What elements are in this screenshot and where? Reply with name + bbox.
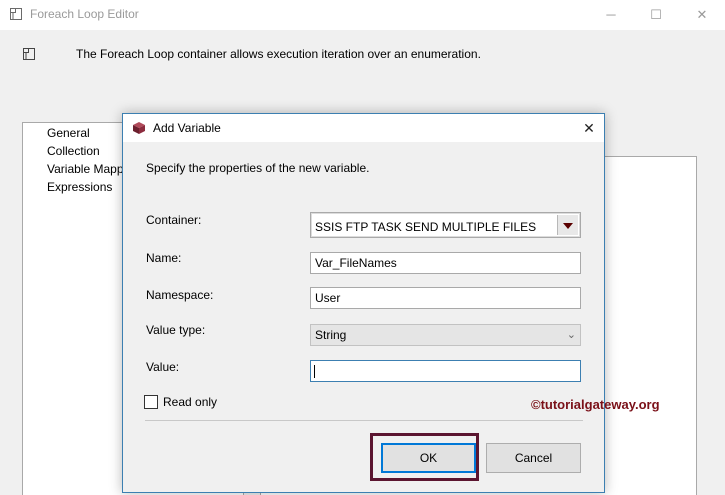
ok-button[interactable]: OK: [381, 443, 476, 473]
editor-description: The Foreach Loop container allows execut…: [76, 47, 481, 61]
value-type-dropdown[interactable]: String ⌄: [310, 324, 581, 346]
add-variable-dialog: Add Variable ✕ Specify the properties of…: [122, 113, 660, 493]
editor-window-icon: [10, 8, 22, 20]
editor-window-title: Foreach Loop Editor: [30, 7, 139, 21]
info-container-icon: [22, 47, 36, 61]
namespace-label: Namespace:: [146, 288, 214, 302]
dropdown-arrow-icon[interactable]: [557, 215, 578, 235]
nav-item-general[interactable]: General: [47, 126, 90, 140]
minimize-button[interactable]: ─: [600, 4, 622, 26]
watermark: ©tutorialgateway.org: [531, 397, 660, 412]
read-only-checkbox[interactable]: [144, 395, 158, 409]
close-editor-button[interactable]: ✕: [691, 4, 713, 26]
dialog-separator: [145, 420, 583, 421]
dialog-instructions: Specify the properties of the new variab…: [146, 161, 370, 175]
container-dropdown[interactable]: SSIS FTP TASK SEND MULTIPLE FILES: [310, 212, 581, 238]
chevron-down-icon: ⌄: [566, 329, 576, 341]
nav-item-expressions[interactable]: Expressions: [47, 180, 112, 194]
name-label: Name:: [146, 251, 182, 265]
container-value: SSIS FTP TASK SEND MULTIPLE FILES: [315, 220, 537, 234]
name-input[interactable]: Var_FileNames: [310, 252, 581, 274]
nav-item-collection[interactable]: Collection: [47, 144, 100, 158]
read-only-label[interactable]: Read only: [163, 395, 217, 409]
value-type-label: Value type:: [146, 323, 206, 337]
cancel-button[interactable]: Cancel: [486, 443, 581, 473]
add-variable-icon: [132, 121, 146, 135]
value-type-value: String: [315, 328, 347, 342]
namespace-input[interactable]: User: [310, 287, 581, 309]
value-input[interactable]: [310, 360, 581, 382]
value-label: Value:: [146, 360, 180, 374]
text-caret: [314, 365, 315, 378]
dialog-title: Add Variable: [153, 121, 221, 135]
close-icon[interactable]: ✕: [578, 117, 600, 139]
nav-item-variable-mappings[interactable]: Variable Mapp: [47, 162, 124, 176]
maximize-button[interactable]: ☐: [645, 4, 667, 26]
container-label: Container:: [146, 213, 202, 227]
